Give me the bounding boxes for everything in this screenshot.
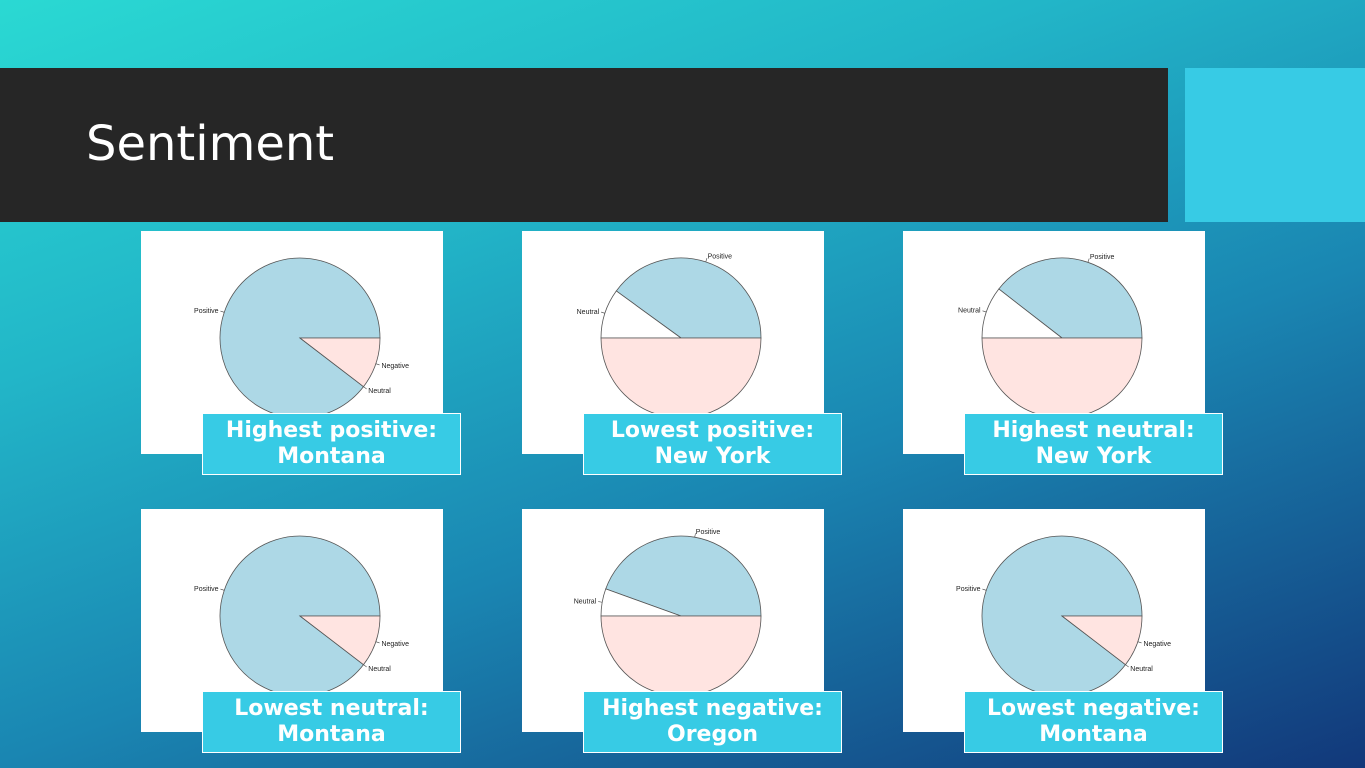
pie-label-neutral: Neutral (368, 666, 391, 673)
pie-slice-negative (600, 337, 762, 419)
pie-label-positive: Positive (1090, 254, 1115, 261)
pie-label-tick (1137, 641, 1142, 644)
pie-label-tick (601, 311, 606, 314)
pie-label-tick (982, 310, 987, 313)
pie-label-positive: Positive (708, 254, 733, 261)
pie-label-tick (375, 363, 380, 366)
pie-label-positive: Positive (194, 586, 219, 593)
pie-label-positive: Positive (956, 586, 981, 593)
chart-caption: Lowest positive: New York (583, 413, 842, 475)
pie-label-negative: Negative (381, 363, 409, 370)
pie-label-positive: Positive (696, 529, 721, 536)
pie-slice-negative (600, 615, 762, 697)
pie-label-tick (220, 310, 225, 313)
pie-label-tick (1125, 664, 1129, 668)
chart-caption: Highest negative: Oregon (583, 691, 842, 753)
pie-label-tick (220, 588, 225, 591)
pie-label-negative: Negative (381, 641, 409, 648)
chart-caption: Lowest neutral: Montana (202, 691, 461, 753)
pie-label-tick (363, 664, 367, 668)
pie-label-tick (375, 641, 380, 644)
pie-slice-negative (981, 337, 1143, 419)
pie-label-neutral: Neutral (368, 388, 391, 395)
chart-caption: Highest positive: Montana (202, 413, 461, 475)
pie-label-neutral: Neutral (958, 308, 981, 315)
slide-title: Sentiment (86, 116, 335, 172)
chart-caption: Lowest negative: Montana (964, 691, 1223, 753)
pie-label-tick (982, 588, 987, 591)
pie-label-positive: Positive (194, 308, 219, 315)
pie-label-neutral: Neutral (574, 599, 597, 606)
pie-label-neutral: Neutral (1130, 666, 1153, 673)
pie-label-negative: Negative (1143, 641, 1171, 648)
pie-label-neutral: Neutral (577, 309, 600, 316)
accent-box (1185, 68, 1365, 222)
pie-label-tick (598, 601, 603, 603)
pie-label-tick (363, 386, 367, 390)
chart-caption: Highest neutral: New York (964, 413, 1223, 475)
